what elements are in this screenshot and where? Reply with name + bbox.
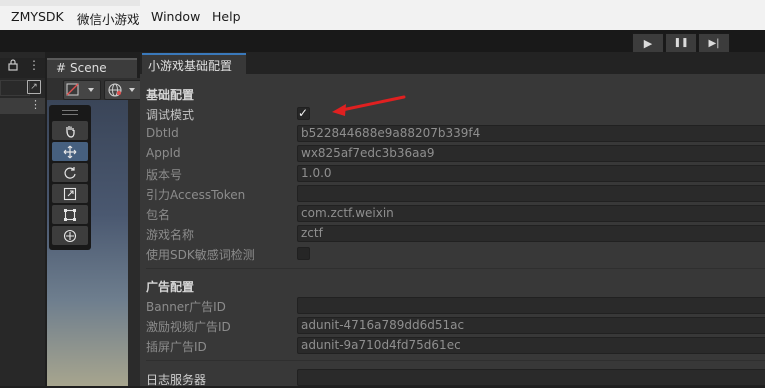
section-header-ads: 广告配置 <box>146 280 195 294</box>
sensitive-words-checkbox[interactable] <box>297 247 310 260</box>
section-divider <box>146 360 765 361</box>
search-options-icon[interactable]: ↗ <box>27 80 41 94</box>
scene-divider <box>128 100 140 386</box>
version-label: 版本号 <box>146 168 183 182</box>
pause-button[interactable]: ❚❚ <box>665 33 697 53</box>
rewarded-ad-label: 激励视频广告ID <box>146 320 231 334</box>
scale-tool-button[interactable] <box>52 184 88 203</box>
annotation-arrow-icon <box>332 95 406 116</box>
draw-mode-dropdown[interactable] <box>63 80 101 100</box>
version-field[interactable]: 1.0.0 <box>297 165 765 182</box>
scene-tab-icon: # <box>56 61 67 75</box>
palette-grip-line <box>62 114 78 115</box>
play-icon: ▶ <box>643 36 653 50</box>
log-server-field[interactable] <box>297 369 765 386</box>
rect-tool-button[interactable] <box>52 205 88 224</box>
banner-ad-field[interactable] <box>297 297 765 314</box>
debug-mode-checkbox[interactable]: ✓ <box>297 106 310 120</box>
lock-icon[interactable] <box>8 59 18 74</box>
row-menu-icon[interactable]: ⋮ <box>30 98 41 111</box>
scale-icon <box>63 187 77 200</box>
rewarded-ad-field[interactable]: adunit-4716a789dd6d51ac <box>297 317 765 334</box>
play-button[interactable]: ▶ <box>632 33 664 53</box>
scene-tab-label: Scene <box>70 61 107 75</box>
log-server-label: 日志服务器 <box>146 373 207 387</box>
step-button[interactable]: ▶| <box>698 33 730 53</box>
section-header-basic: 基础配置 <box>146 88 195 102</box>
dbtid-field[interactable]: b522844688e9a88207b339f4 <box>297 125 765 142</box>
move-icon <box>63 145 77 158</box>
game-name-label: 游戏名称 <box>146 228 195 242</box>
play-controls: ▶ ❚❚ ▶| <box>632 33 731 53</box>
globe-dropdown[interactable] <box>104 80 142 100</box>
dbtid-label: DbtId <box>146 126 179 140</box>
move-tool-button[interactable] <box>52 142 88 161</box>
rotate-tool-button[interactable] <box>52 163 88 182</box>
interstitial-ad-label: 插屏广告ID <box>146 340 207 354</box>
debug-mode-label: 调试模式 <box>146 108 195 122</box>
hierarchy-search-input[interactable] <box>0 80 30 96</box>
access-token-label: 引力AccessToken <box>146 188 246 202</box>
palette-grip-line <box>62 110 78 111</box>
title-bar-remnant <box>0 0 140 6</box>
step-icon: ▶| <box>708 37 720 49</box>
section-divider <box>146 268 765 269</box>
access-token-field[interactable] <box>297 185 765 202</box>
transform-tool-button[interactable] <box>52 226 88 245</box>
rotate-icon <box>64 166 76 179</box>
package-name-label: 包名 <box>146 208 171 222</box>
check-icon: ✓ <box>298 106 309 120</box>
hand-icon <box>66 125 75 138</box>
panel-menu-icon[interactable]: ⋮ <box>28 58 40 72</box>
menu-zmysdk[interactable]: ZMYSDK <box>11 9 64 24</box>
appid-label: AppId <box>146 146 181 160</box>
menu-wechat-minigame[interactable]: 微信小游戏 <box>77 9 140 28</box>
menu-window[interactable]: Window <box>151 9 200 24</box>
package-name-field[interactable]: com.zctf.weixin <box>297 205 765 222</box>
rect-transform-icon <box>64 208 76 221</box>
game-name-field[interactable]: zctf <box>297 225 765 242</box>
banner-ad-label: Banner广告ID <box>146 300 226 314</box>
interstitial-ad-field[interactable]: adunit-9a710d4fd75d61ec <box>297 337 765 354</box>
appid-field[interactable]: wx825af7edc3b36aa9 <box>297 145 765 162</box>
hand-tool-button[interactable] <box>52 121 88 140</box>
tab-minigame-config-label: 小游戏基础配置 <box>148 59 233 73</box>
menu-bar: ZMYSDK 微信小游戏 Window Help <box>0 0 765 30</box>
sensitive-words-label: 使用SDK敏感词检测 <box>146 248 255 262</box>
transform-icon <box>63 229 77 242</box>
pause-icon: ❚❚ <box>673 38 689 48</box>
menu-help[interactable]: Help <box>212 9 241 24</box>
